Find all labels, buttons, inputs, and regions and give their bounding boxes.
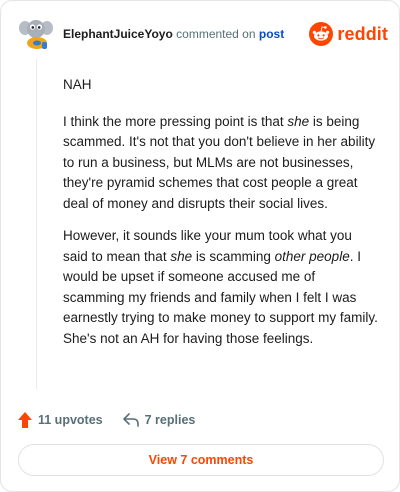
replies-count: 7 replies — [144, 413, 196, 427]
reddit-wordmark: reddit — [337, 23, 388, 44]
comment-card: ElephantJuiceYoyo commented on post redd… — [0, 0, 400, 492]
comment-actions: 11 upvotes 7 replies — [18, 410, 195, 430]
comment-header: ElephantJuiceYoyo commented on post redd… — [18, 15, 388, 53]
author-name[interactable]: ElephantJuiceYoyo — [63, 27, 173, 41]
upvote-arrow-icon — [18, 412, 32, 428]
commented-on-text: commented on — [172, 27, 259, 41]
reddit-logo[interactable]: reddit — [309, 21, 388, 47]
reddit-snoo-icon — [309, 22, 334, 46]
view-comments-button[interactable]: View 7 comments — [18, 444, 384, 476]
comment-paragraph: I think the more pressing point is that … — [63, 113, 376, 211]
post-link[interactable]: post — [259, 27, 284, 41]
comment-paragraph: However, it sounds like your mum took wh… — [63, 228, 378, 346]
comment-body: NAH I think the more pressing point is t… — [63, 75, 379, 361]
reply-arrow-icon — [122, 413, 139, 427]
author-avatar[interactable] — [18, 15, 54, 51]
comment-paragraph: NAH — [63, 77, 92, 92]
thread-line — [36, 59, 37, 389]
replies-button[interactable]: 7 replies — [122, 413, 196, 427]
upvotes-count: 11 upvotes — [38, 413, 103, 427]
upvote-button[interactable]: 11 upvotes — [18, 412, 103, 428]
comment-meta: ElephantJuiceYoyo commented on post — [63, 27, 284, 41]
